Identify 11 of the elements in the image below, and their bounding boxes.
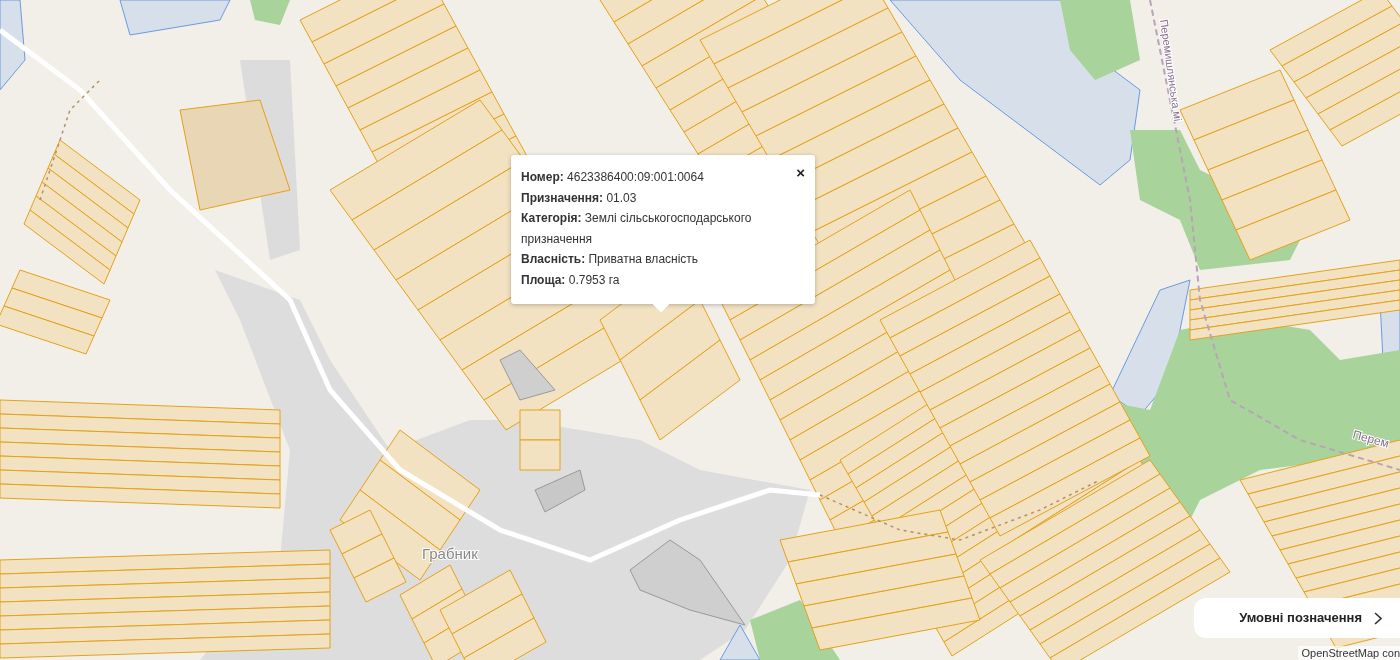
parcel-field: Номер: 4623386400:09:001:0064 <box>521 167 791 188</box>
parcel-field: Категорія: Землі сільськогосподарського призначення <box>521 208 791 249</box>
map-attribution: OpenStreetMap con <box>1297 646 1400 660</box>
parcel-field: Призначення: 01.03 <box>521 187 791 208</box>
close-button[interactable]: × <box>794 163 807 182</box>
chevron-right-icon <box>1374 611 1382 625</box>
parcel-field: Власність: Приватна власність <box>521 249 791 270</box>
parcel-field: Площа: 0.7953 га <box>521 269 791 290</box>
legend-button[interactable]: Умовні позначення <box>1194 598 1400 638</box>
road-label: Перемишлянська мі <box>1158 18 1185 122</box>
road-label: Перем <box>1351 427 1391 451</box>
